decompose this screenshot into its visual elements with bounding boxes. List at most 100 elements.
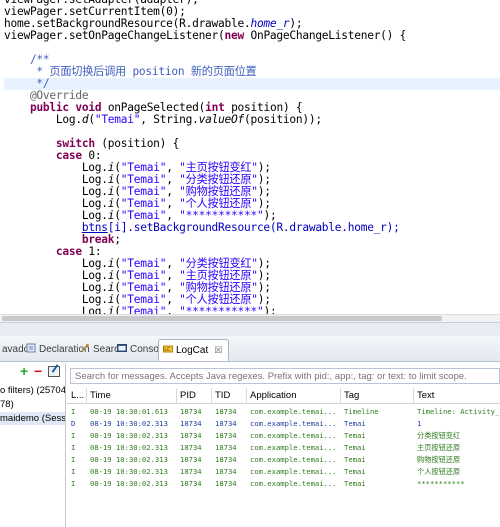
log-table-header: L... Time PID TID Application Tag Text [67, 388, 500, 404]
code-editor[interactable]: viewPager.setAdapter(adapter);viewPager.… [0, 0, 500, 322]
code-token: , String. [140, 113, 199, 126]
close-icon[interactable]: ☒ [214, 345, 222, 355]
cell-text: *********** [417, 479, 465, 488]
code-line[interactable]: Log.d("Temai", String.valueOf(position))… [4, 114, 500, 126]
cell-pid: 18734 [180, 431, 202, 440]
add-filter-button[interactable]: + [20, 363, 28, 379]
column-divider[interactable] [176, 388, 177, 404]
code-token: new [224, 29, 245, 42]
column-header[interactable]: Text [417, 390, 434, 401]
cell-text: 购物按钮还原 [417, 455, 461, 464]
table-row[interactable]: I 08-19 10:30:02.313 18734 18734 com.example… [67, 442, 500, 454]
table-row[interactable]: D 08-19 10:30:02.313 18734 18734 com.example… [67, 418, 500, 430]
cell-tid: 18734 [215, 479, 237, 488]
remove-filter-button[interactable]: − [34, 363, 42, 379]
cell-time: 08-19 10:30:02.313 [90, 467, 168, 476]
panel-separator[interactable] [0, 322, 500, 336]
cell-app: com.example.temai... [250, 443, 337, 452]
table-row[interactable]: I 08-19 10:30:02.313 18734 18734 com.example… [67, 430, 500, 442]
cell-level: I [71, 407, 76, 416]
cell-app: com.example.temai... [250, 431, 337, 440]
column-divider[interactable] [86, 388, 87, 404]
cell-time: 08-19 10:30:02.313 [90, 443, 168, 452]
filters-toolbar: + − [0, 363, 65, 381]
cell-tid: 18734 [215, 419, 237, 428]
logcat-search-box[interactable] [70, 368, 500, 384]
declaration-icon [26, 343, 36, 353]
column-divider[interactable] [340, 388, 341, 404]
logcat-view: L... Time PID TID Application Tag Text I 08-19 … [67, 363, 500, 527]
cell-time: 08-19 10:30:02.313 [90, 419, 168, 428]
cell-tag: Temai [344, 419, 366, 428]
cell-pid: 18734 [180, 407, 202, 416]
editor-horizontal-scrollbar[interactable] [0, 314, 500, 322]
column-header[interactable]: Application [250, 390, 296, 401]
column-divider[interactable] [211, 388, 212, 404]
edit-filter-icon[interactable] [48, 366, 60, 377]
cell-time: 08-19 10:30:02.313 [90, 479, 168, 488]
svg-text:LC: LC [164, 347, 171, 353]
filter-item[interactable]: maidemo (Sessio [0, 412, 65, 425]
code-token: "Temai" [94, 113, 141, 126]
cell-app: com.example.temai... [250, 479, 337, 488]
cell-tid: 18734 [215, 407, 237, 416]
cell-level: I [71, 467, 76, 476]
cell-time: 08-19 10:30:02.313 [90, 431, 168, 440]
tab-logcat-label: LogCat [176, 345, 209, 356]
cell-text: 个人按钮还原 [417, 467, 461, 476]
cell-tag: Temai [344, 467, 366, 476]
column-header[interactable]: PID [180, 390, 196, 401]
column-header[interactable]: Time [90, 390, 111, 401]
cell-pid: 18734 [180, 443, 202, 452]
tab-logcat[interactable]: LC LogCat ☒ [158, 339, 230, 361]
cell-tag: Timeline [344, 407, 379, 416]
search-icon [81, 344, 89, 352]
table-row[interactable]: I 08-19 10:30:01.613 18734 18734 com.example… [67, 406, 500, 418]
column-header[interactable]: Tag [344, 390, 359, 401]
cell-text: 主页按钮还原 [417, 443, 461, 452]
cell-pid: 18734 [180, 467, 202, 476]
cell-level: D [71, 419, 76, 428]
search-input[interactable] [75, 371, 495, 382]
cell-tid: 18734 [215, 455, 237, 464]
cell-tag: Temai [344, 443, 366, 452]
column-divider[interactable] [246, 388, 247, 404]
cell-tag: Temai [344, 455, 366, 464]
code-token: (position) { [94, 137, 180, 150]
table-row[interactable]: I 08-19 10:30:02.313 18734 18734 com.example… [67, 466, 500, 478]
logcat-filters-pane: + − o filters) (25704)78)maidemo (Sessio [0, 363, 66, 527]
code-line[interactable] [4, 42, 500, 54]
cell-level: I [71, 479, 76, 488]
column-header[interactable]: L... [71, 390, 84, 401]
code-token: (position)); [244, 113, 322, 126]
cell-level: I [71, 455, 76, 464]
view-tab-bar: avadoc Declaration Search Console LC Log… [0, 336, 500, 362]
code-token: valueOf [198, 113, 245, 126]
cell-app: com.example.temai... [250, 419, 337, 428]
code-line[interactable]: viewPager.setOnPageChangeListener(new On… [4, 30, 500, 42]
logcat-icon: LC [163, 345, 173, 353]
cell-tag: Temai [344, 431, 366, 440]
scrollbar-thumb[interactable] [2, 316, 442, 321]
cell-level: I [71, 431, 76, 440]
filter-item[interactable]: o filters) (25704) [0, 384, 65, 397]
cell-text: Timeline: Activity_i [417, 407, 500, 416]
column-divider[interactable] [413, 388, 414, 404]
cell-time: 08-19 10:30:02.313 [90, 455, 168, 464]
code-line[interactable]: * 页面切换后调用 position 新的页面位置 [4, 66, 500, 78]
cell-tag: Temai [344, 479, 366, 488]
cell-tid: 18734 [215, 431, 237, 440]
column-header[interactable]: TID [215, 390, 230, 401]
cell-text: 分类按钮变红 [417, 431, 461, 440]
code-token: Log. [4, 113, 82, 126]
code-token: viewPager.setOnPageChangeListener( [4, 29, 225, 42]
cell-app: com.example.temai... [250, 467, 337, 476]
table-row[interactable]: I 08-19 10:30:02.313 18734 18734 com.example… [67, 478, 500, 490]
cell-tid: 18734 [215, 443, 237, 452]
filter-item[interactable]: 78) [0, 398, 65, 411]
table-row[interactable]: I 08-19 10:30:02.313 18734 18734 com.example… [67, 454, 500, 466]
cell-pid: 18734 [180, 479, 202, 488]
cell-tid: 18734 [215, 467, 237, 476]
cell-text: 1 [417, 419, 422, 428]
cell-app: com.example.temai... [250, 455, 337, 464]
